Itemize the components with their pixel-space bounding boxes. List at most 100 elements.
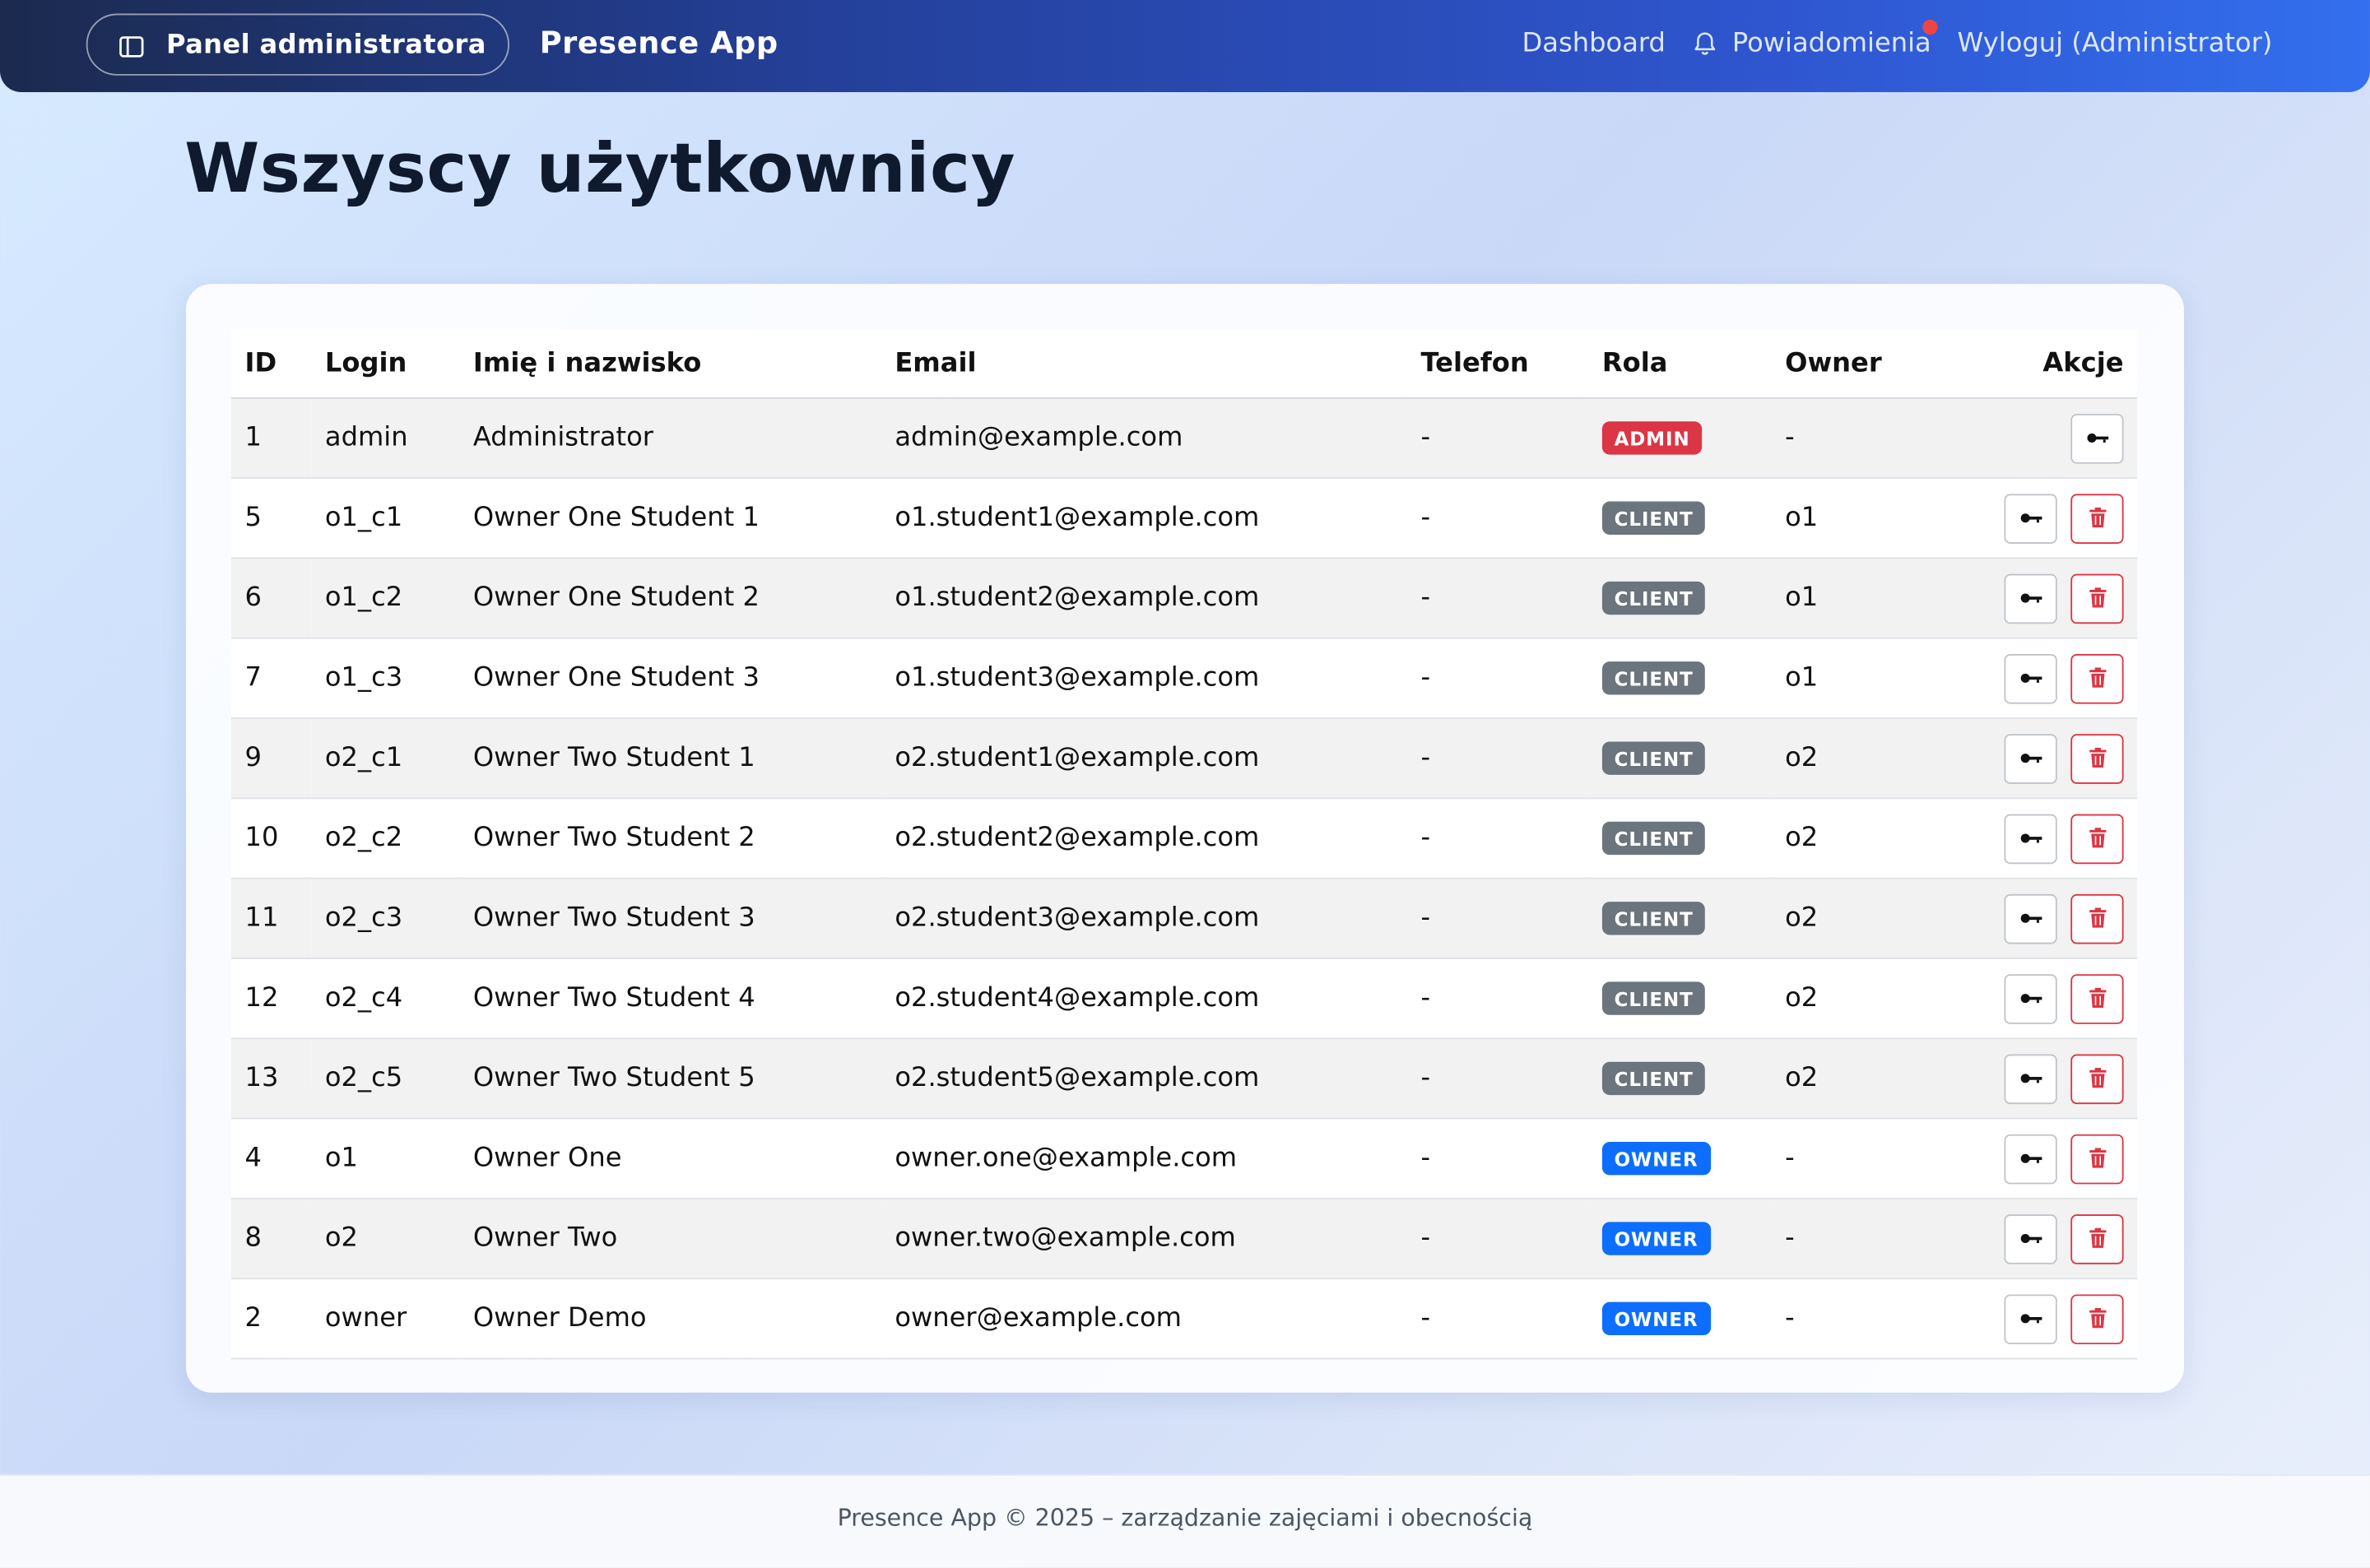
nav-dashboard-link[interactable]: Dashboard: [1522, 29, 1666, 59]
reset-password-button[interactable]: [2004, 813, 2057, 864]
key-icon: [2019, 591, 2042, 605]
page-title: Wszyscy użytkownicy: [184, 128, 1016, 209]
delete-user-button[interactable]: [2070, 493, 2124, 544]
table-row: 5 o1_c1 Owner One Student 1 o1.student1@exa…: [231, 478, 2138, 559]
reset-password-button[interactable]: [2004, 733, 2057, 783]
cell-login: o2_c2: [311, 798, 460, 879]
cell-phone: -: [1406, 1118, 1589, 1199]
key-icon: [2019, 750, 2042, 765]
cell-name: Owner Demo: [459, 1278, 881, 1360]
cell-role: CLIENT: [1588, 478, 1772, 559]
cell-login: o1_c3: [311, 638, 460, 719]
cell-login: o2_c4: [311, 958, 460, 1040]
table-row: 2 owner Owner Demo owner@example.com - OWNER -: [231, 1278, 2138, 1360]
table-header-row: ID Login Imię i nazwisko Email Telefon R…: [231, 329, 2138, 399]
delete-user-button[interactable]: [2070, 893, 2124, 944]
cell-name: Owner One Student 1: [459, 478, 881, 559]
cell-name: Owner Two Student 2: [459, 798, 881, 879]
cell-id: 5: [231, 478, 312, 559]
sidebar-icon: [119, 34, 144, 57]
delete-user-button[interactable]: [2070, 1293, 2124, 1344]
table-row: 7 o1_c3 Owner One Student 3 o1.student3@exa…: [231, 638, 2138, 719]
key-icon: [2019, 990, 2042, 1005]
reset-password-button[interactable]: [2004, 1053, 2057, 1104]
trash-icon: [2088, 747, 2106, 769]
delete-user-button[interactable]: [2070, 653, 2124, 703]
delete-user-button[interactable]: [2070, 1053, 2124, 1104]
col-header-role: Rola: [1588, 329, 1772, 399]
cell-id: 9: [231, 718, 312, 800]
cell-actions: [1930, 958, 2138, 1040]
cell-email: admin@example.com: [881, 397, 1407, 480]
reset-password-button[interactable]: [2004, 893, 2057, 944]
cell-owner: o2: [1771, 798, 1931, 879]
delete-user-button[interactable]: [2070, 733, 2124, 783]
trash-icon: [2088, 987, 2106, 1009]
cell-name: Owner One Student 2: [459, 558, 881, 639]
cell-id: 7: [231, 638, 312, 719]
col-header-name: Imię i nazwisko: [459, 329, 881, 399]
cell-owner: o2: [1771, 958, 1931, 1040]
table-row: 10 o2_c2 Owner Two Student 2 o2.student2@ex…: [231, 798, 2138, 879]
reset-password-button[interactable]: [2004, 653, 2057, 703]
cell-phone: -: [1406, 558, 1589, 639]
key-icon: [2019, 511, 2042, 526]
cell-owner: o2: [1771, 878, 1931, 959]
col-header-email: Email: [881, 329, 1407, 399]
reset-password-button[interactable]: [2004, 1213, 2057, 1264]
delete-user-button[interactable]: [2070, 973, 2124, 1023]
reset-password-button[interactable]: [2004, 493, 2057, 544]
reset-password-button[interactable]: [2070, 413, 2124, 463]
reset-password-button[interactable]: [2004, 1293, 2057, 1344]
trash-icon: [2088, 667, 2106, 689]
app-brand[interactable]: Presence App: [540, 24, 778, 60]
bell-icon: [1691, 30, 1718, 58]
reset-password-button[interactable]: [2004, 973, 2057, 1023]
col-header-id: ID: [231, 329, 312, 399]
cell-owner: -: [1771, 1198, 1931, 1280]
delete-user-button[interactable]: [2070, 1133, 2124, 1184]
cell-role: OWNER: [1588, 1278, 1772, 1360]
delete-user-button[interactable]: [2070, 813, 2124, 864]
col-header-login: Login: [311, 329, 460, 399]
users-table-body: 1 admin Administrator admin@example.com - ADM…: [231, 397, 2138, 1360]
role-badge: ADMIN: [1601, 421, 1703, 455]
role-badge: OWNER: [1601, 1142, 1711, 1176]
cell-login: o1_c2: [311, 558, 460, 639]
nav-logout-link[interactable]: Wyloguj (Administrator): [1958, 29, 2273, 59]
cell-actions: [1930, 558, 2138, 639]
cell-role: OWNER: [1588, 1118, 1772, 1199]
cell-name: Owner Two Student 4: [459, 958, 881, 1040]
reset-password-button[interactable]: [2004, 573, 2057, 624]
cell-phone: -: [1406, 1038, 1589, 1120]
cell-login: o1_c1: [311, 478, 460, 559]
cell-owner: o1: [1771, 638, 1931, 719]
table-row: 6 o1_c2 Owner One Student 2 o1.student2@exa…: [231, 558, 2138, 639]
delete-user-button[interactable]: [2070, 1213, 2124, 1264]
cell-phone: -: [1406, 397, 1589, 480]
cell-id: 2: [231, 1278, 312, 1360]
delete-user-button[interactable]: [2070, 573, 2124, 624]
cell-actions: [1930, 718, 2138, 800]
admin-panel-toggle-button[interactable]: Panel administratora: [86, 13, 509, 76]
nav-notifications-link[interactable]: Powiadomienia: [1691, 29, 1931, 59]
role-badge: CLIENT: [1601, 501, 1706, 535]
admin-panel-label: Panel administratora: [166, 29, 486, 60]
cell-role: CLIENT: [1588, 1038, 1772, 1120]
key-icon: [2019, 1071, 2042, 1086]
cell-login: owner: [311, 1278, 460, 1360]
role-badge: CLIENT: [1601, 821, 1706, 856]
role-badge: CLIENT: [1601, 902, 1706, 935]
reset-password-button[interactable]: [2004, 1133, 2057, 1184]
role-badge: CLIENT: [1601, 741, 1706, 775]
users-card: ID Login Imię i nazwisko Email Telefon R…: [185, 284, 2185, 1393]
top-navbar: Panel administratora Presence App Dashbo…: [0, 0, 2370, 92]
table-row: 9 o2_c1 Owner Two Student 1 o2.student1@exa…: [231, 718, 2138, 800]
cell-name: Owner Two Student 1: [459, 718, 881, 800]
cell-id: 10: [231, 798, 312, 879]
cell-owner: o2: [1771, 1038, 1931, 1120]
cell-phone: -: [1406, 478, 1589, 559]
key-icon: [2019, 670, 2042, 685]
cell-owner: o2: [1771, 718, 1931, 800]
cell-actions: [1930, 1198, 2138, 1280]
